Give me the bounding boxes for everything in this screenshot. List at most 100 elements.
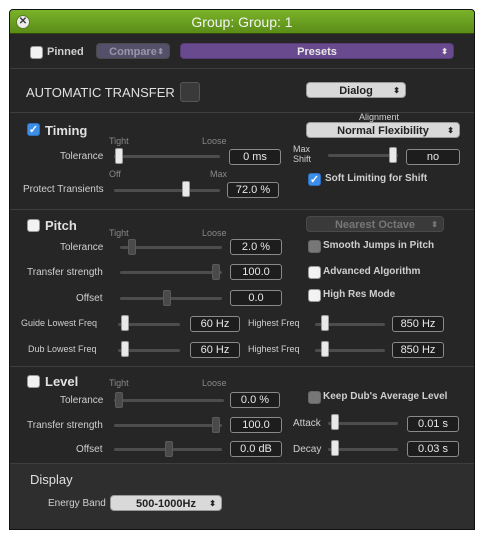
alignment-label: Alignment	[359, 112, 400, 122]
transfer-label: Transfer strength	[27, 267, 103, 278]
dub-low-label: Dub Lowest Freq	[28, 344, 97, 354]
display-title: Display	[30, 472, 73, 487]
level-checkbox[interactable]	[27, 375, 40, 388]
attack-value[interactable]: 0.01 s	[407, 416, 459, 432]
offset-label: Offset	[76, 444, 103, 455]
divider	[10, 366, 474, 367]
highres-label: High Res Mode	[323, 289, 396, 300]
soft-limiting-label: Soft Limiting for Shift	[325, 173, 428, 184]
level-transfer-slider[interactable]	[114, 424, 222, 427]
protect-slider[interactable]	[114, 189, 220, 192]
presets-popup[interactable]: Presets ⬍	[180, 43, 454, 59]
tight-label: Tight	[109, 136, 129, 146]
guide-high-value[interactable]: 850 Hz	[392, 316, 444, 332]
timing-tolerance-value[interactable]: 0 ms	[229, 149, 281, 165]
dialog-label: Dialog	[339, 85, 373, 97]
offset-label: Offset	[76, 293, 103, 304]
pitch-offset-slider[interactable]	[120, 297, 222, 300]
level-tolerance-value[interactable]: 0.0 %	[230, 392, 280, 408]
updown-icon: ⬍	[209, 499, 216, 508]
max-shift-value[interactable]: no	[406, 149, 460, 165]
advanced-label: Advanced Algorithm	[323, 266, 421, 277]
loose-label: Loose	[202, 136, 227, 146]
max-shift-label: Max Shift	[293, 144, 312, 164]
attack-label: Attack	[293, 418, 321, 429]
level-tolerance-slider[interactable]	[114, 399, 224, 402]
octave-value: Nearest Octave	[334, 219, 416, 231]
compare-label: Compare	[109, 46, 157, 58]
dub-high-value[interactable]: 850 Hz	[392, 342, 444, 358]
pitch-tolerance-value[interactable]: 2.0 %	[230, 239, 282, 255]
max-label: Max	[210, 169, 228, 179]
smooth-label: Smooth Jumps in Pitch	[323, 240, 435, 251]
alignment-popup[interactable]: Normal Flexibility ⬍	[306, 122, 460, 138]
guide-low-value[interactable]: 60 Hz	[190, 316, 240, 332]
soft-limiting-checkbox[interactable]: ✓	[308, 173, 321, 186]
updown-icon: ⬍	[447, 126, 454, 135]
updown-icon: ⬍	[431, 220, 438, 229]
tolerance-label: Tolerance	[60, 242, 104, 253]
slider-knob[interactable]	[389, 147, 397, 163]
keep-checkbox[interactable]	[308, 391, 321, 404]
updown-icon: ⬍	[157, 47, 164, 56]
timing-checkbox[interactable]: ✓	[27, 123, 40, 136]
section-title: AUTOMATIC TRANSFER	[26, 85, 175, 100]
slider-knob[interactable]	[121, 341, 129, 357]
pitch-checkbox[interactable]	[27, 219, 40, 232]
pitch-transfer-value[interactable]: 100.0	[230, 264, 282, 280]
divider	[10, 68, 474, 69]
protect-value[interactable]: 72.0 %	[227, 182, 279, 198]
alignment-value: Normal Flexibility	[337, 125, 429, 137]
dub-low-value[interactable]: 60 Hz	[190, 342, 240, 358]
slider-knob[interactable]	[331, 440, 339, 456]
tight-label: Tight	[109, 378, 129, 388]
display-section	[10, 463, 474, 529]
updown-icon: ⬍	[393, 86, 400, 95]
compare-button[interactable]: Compare ⬍	[96, 43, 170, 59]
dub-high-label: Highest Freq	[248, 344, 300, 354]
slider-knob[interactable]	[163, 290, 171, 306]
slider-knob[interactable]	[165, 441, 173, 457]
smooth-checkbox[interactable]	[308, 240, 321, 253]
max-shift-slider[interactable]	[328, 154, 398, 157]
group-window: ✕ Group: Group: 1 Pinned Compare ⬍ Preset…	[9, 9, 475, 530]
presets-label: Presets	[297, 46, 337, 58]
divider	[10, 209, 474, 210]
dialog-popup[interactable]: Dialog ⬍	[306, 82, 406, 98]
decay-label: Decay	[293, 444, 322, 455]
slider-knob[interactable]	[128, 239, 136, 255]
transfer-label: Transfer strength	[27, 420, 103, 431]
level-transfer-value[interactable]: 100.0	[230, 417, 282, 433]
pitch-offset-value[interactable]: 0.0	[230, 290, 282, 306]
energy-label: Energy Band	[48, 498, 106, 509]
slider-knob[interactable]	[321, 315, 329, 331]
loose-label: Loose	[202, 228, 227, 238]
decay-value[interactable]: 0.03 s	[407, 441, 459, 457]
slider-knob[interactable]	[121, 315, 129, 331]
energy-value: 500-1000Hz	[136, 498, 196, 510]
highres-checkbox[interactable]	[308, 289, 321, 302]
slider-knob[interactable]	[115, 392, 123, 408]
pitch-transfer-slider[interactable]	[120, 271, 222, 274]
slider-knob[interactable]	[115, 148, 123, 164]
level-label: Level	[45, 374, 79, 389]
window-title: Group: Group: 1	[191, 14, 293, 30]
guide-high-label: Highest Freq	[248, 318, 300, 328]
pinned-label: Pinned	[47, 46, 84, 58]
pinned-checkbox[interactable]	[30, 46, 43, 59]
slider-knob[interactable]	[182, 181, 190, 197]
slider-knob[interactable]	[321, 341, 329, 357]
slider-knob[interactable]	[212, 417, 220, 433]
timing-tolerance-slider[interactable]	[114, 155, 220, 158]
loose-label: Loose	[202, 378, 227, 388]
energy-popup[interactable]: 500-1000Hz ⬍	[110, 495, 222, 511]
slider-knob[interactable]	[331, 414, 339, 430]
tolerance-label: Tolerance	[60, 151, 104, 162]
lock-icon[interactable]	[180, 82, 200, 102]
title-bar[interactable]: ✕ Group: Group: 1	[10, 10, 474, 34]
level-offset-value[interactable]: 0.0 dB	[230, 441, 282, 457]
octave-popup[interactable]: Nearest Octave ⬍	[306, 216, 444, 232]
divider	[10, 112, 474, 113]
advanced-checkbox[interactable]	[308, 266, 321, 279]
slider-knob[interactable]	[212, 264, 220, 280]
